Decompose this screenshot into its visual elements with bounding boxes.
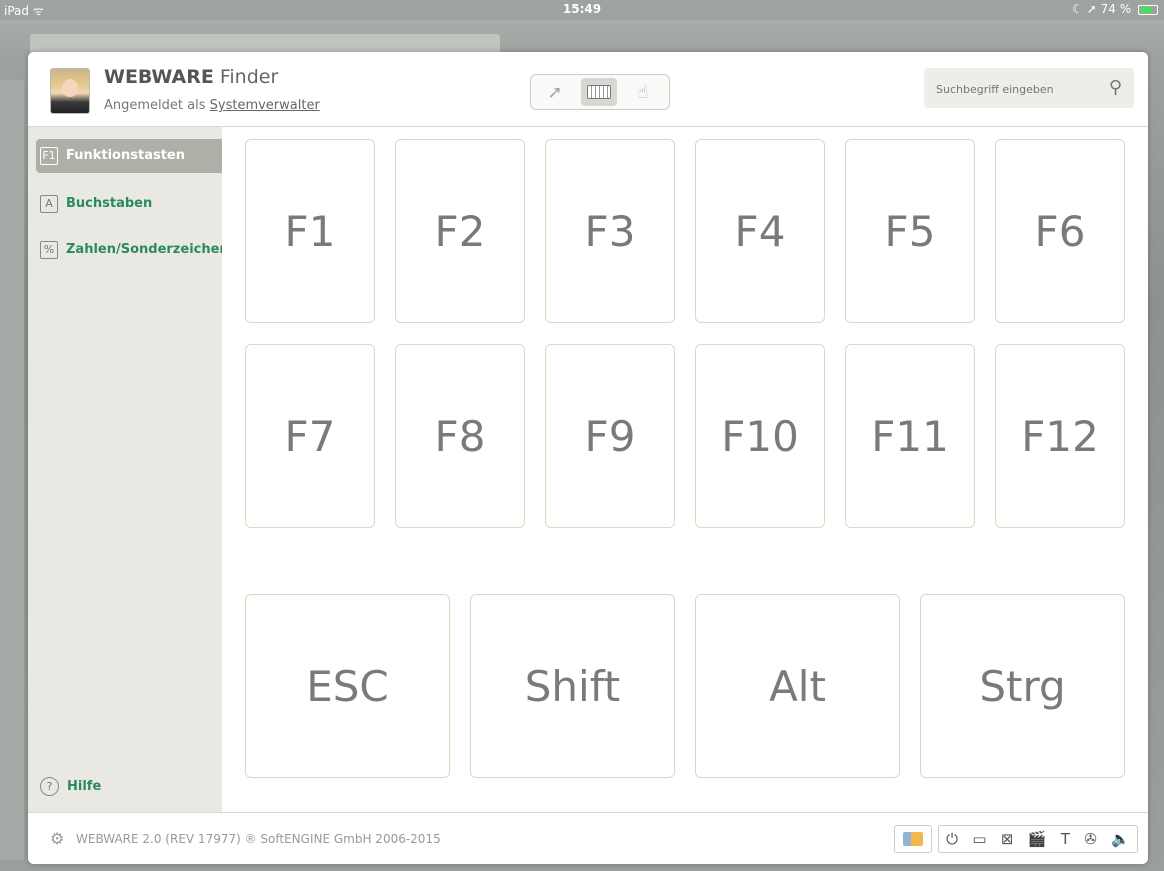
key-f4[interactable]: F4 — [695, 139, 825, 323]
sidebar: F1 Funktionstasten A Buchstaben % Zahlen… — [28, 127, 222, 812]
speaker-icon[interactable]: 🔈 — [1111, 830, 1130, 848]
background-panel — [0, 80, 24, 860]
key-f9[interactable]: F9 — [545, 344, 675, 528]
version-info: WEBWARE 2.0 (REV 17977) ® SoftENGINE Gmb… — [76, 832, 441, 846]
input-mode-group: ➚ ☝ — [530, 74, 670, 110]
help-icon: ? — [40, 777, 59, 796]
user-link[interactable]: Systemverwalter — [210, 98, 320, 113]
key-shift[interactable]: Shift — [470, 594, 675, 778]
fullscreen-icon[interactable]: ⊠ — [1001, 830, 1014, 848]
help-label: Hilfe — [67, 779, 102, 794]
app-name: Finder — [219, 66, 279, 88]
avatar[interactable] — [50, 68, 90, 114]
battery-percent: 74 % — [1100, 2, 1132, 16]
sidebar-item-label: Buchstaben — [66, 196, 153, 211]
key-f2[interactable]: F2 — [395, 139, 525, 323]
aperture-icon[interactable]: ✇ — [1084, 830, 1097, 848]
key-f6[interactable]: F6 — [995, 139, 1125, 323]
user-folder-button[interactable] — [894, 825, 932, 853]
power-icon[interactable]: ⏻ — [946, 830, 958, 848]
sidebar-item-label: Zahlen/Sonderzeichen — [66, 242, 222, 257]
finder-window: WEBWARE Finder Angemeldet als Systemverw… — [28, 52, 1148, 864]
text-icon[interactable]: T — [1061, 830, 1070, 848]
ios-status-bar: iPad ᯤ 15:49 ☾ ➚ 74 % — [0, 0, 1164, 20]
footer: ⚙ WEBWARE 2.0 (REV 17977) ® SoftENGINE G… — [28, 812, 1148, 864]
key-f11[interactable]: F11 — [845, 344, 975, 528]
search-input[interactable] — [924, 68, 1098, 110]
help-link[interactable]: ? Hilfe — [40, 777, 101, 796]
key-panel: F1 F2 F3 F4 F5 F6 F7 F8 F9 F10 F11 F12 E… — [222, 127, 1148, 812]
brand-name: WEBWARE — [104, 66, 214, 88]
header: WEBWARE Finder Angemeldet als Systemverw… — [28, 52, 1148, 127]
key-esc[interactable]: ESC — [245, 594, 450, 778]
f1-key-icon: F1 — [40, 147, 58, 165]
toolbar-group: ⏻ ▭ ⊠ 🎬 T ✇ 🔈 — [938, 825, 1138, 853]
status-right: ☾ ➚ 74 % — [1072, 2, 1158, 16]
key-f3[interactable]: F3 — [545, 139, 675, 323]
sidebar-item-funktionstasten[interactable]: F1 Funktionstasten — [36, 139, 222, 173]
gear-icon[interactable]: ⚙ — [50, 829, 64, 848]
key-f10[interactable]: F10 — [695, 344, 825, 528]
percent-key-icon: % — [40, 241, 58, 259]
arrow-pointer-icon: ➚ — [547, 81, 563, 103]
app-title: WEBWARE Finder — [104, 66, 278, 88]
keyboard-icon — [587, 85, 611, 99]
key-f5[interactable]: F5 — [845, 139, 975, 323]
login-info: Angemeldet als Systemverwalter — [104, 98, 320, 113]
key-f12[interactable]: F12 — [995, 344, 1125, 528]
key-f7[interactable]: F7 — [245, 344, 375, 528]
pointer-mode-button[interactable]: ➚ — [537, 78, 573, 106]
window-icon[interactable]: ▭ — [972, 830, 986, 848]
user-folder-icon — [903, 832, 923, 846]
keyboard-mode-button[interactable] — [581, 78, 617, 106]
key-alt[interactable]: Alt — [695, 594, 900, 778]
clapperboard-icon[interactable]: 🎬 — [1028, 830, 1047, 848]
location-icon: ➚ — [1086, 2, 1097, 16]
key-f8[interactable]: F8 — [395, 344, 525, 528]
search-icon[interactable]: ⚲ — [1109, 77, 1122, 98]
key-f1[interactable]: F1 — [245, 139, 375, 323]
search-box: ⚲ — [924, 68, 1134, 110]
touch-mode-button[interactable]: ☝ — [625, 78, 661, 106]
status-time: 15:49 — [562, 2, 602, 16]
moon-icon: ☾ — [1072, 2, 1083, 16]
key-strg[interactable]: Strg — [920, 594, 1125, 778]
login-prefix: Angemeldet als — [104, 98, 206, 113]
sidebar-item-label: Funktionstasten — [66, 148, 185, 163]
sidebar-item-buchstaben[interactable]: A Buchstaben — [36, 187, 222, 221]
battery-icon — [1138, 4, 1158, 15]
avatar-face — [62, 79, 78, 97]
letter-key-icon: A — [40, 195, 58, 213]
hand-touch-icon: ☝ — [637, 81, 649, 103]
sidebar-item-zahlen[interactable]: % Zahlen/Sonderzeichen — [36, 233, 222, 267]
